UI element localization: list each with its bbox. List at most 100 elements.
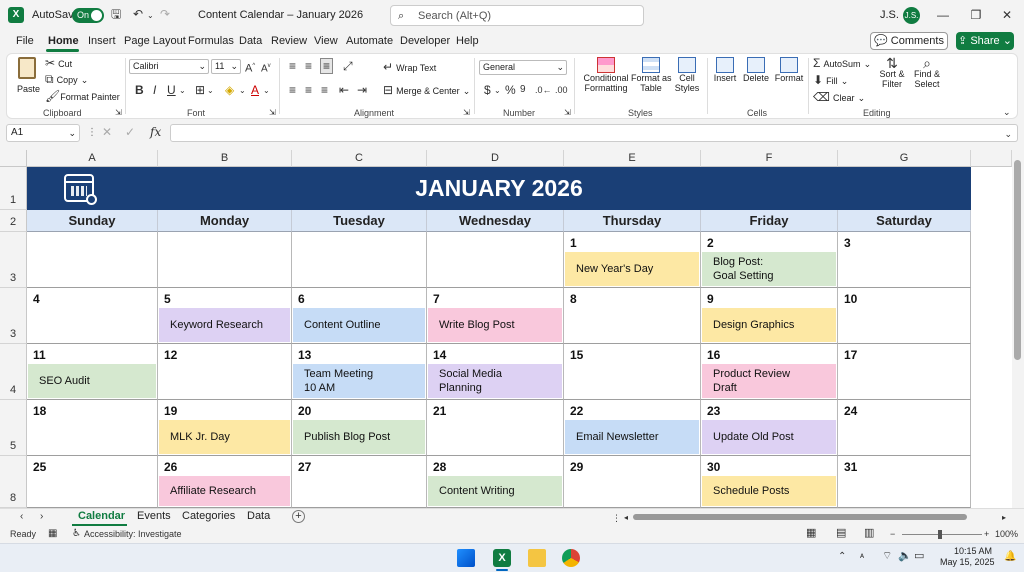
calendar-day-cell[interactable]: 13 Team Meeting 10 AM	[292, 344, 427, 400]
sheet-tab-calendar[interactable]: Calendar	[78, 510, 125, 522]
calendar-event[interactable]: Publish Blog Post	[293, 420, 425, 454]
calendar-day-cell[interactable]	[292, 232, 427, 288]
calendar-event[interactable]: Write Blog Post	[428, 308, 562, 342]
normal-view-icon[interactable]: ▦	[806, 527, 816, 539]
font-name-select[interactable]: Calibri ⌄	[129, 59, 209, 74]
calendar-day-cell[interactable]: 19 MLK Jr. Day	[158, 400, 292, 456]
undo-dropdown-icon[interactable]: ⌄	[147, 10, 154, 22]
search-box[interactable]: ⌕ Search (Alt+Q)	[390, 5, 644, 26]
battery-icon[interactable]: ▭	[914, 550, 924, 562]
tab-automate[interactable]: Automate	[346, 35, 393, 47]
weekday-header-friday[interactable]: Friday	[701, 210, 838, 232]
calendar-day-cell[interactable]: 2 Blog Post: Goal Setting	[701, 232, 838, 288]
windows-start-icon[interactable]	[457, 549, 475, 567]
calendar-event[interactable]: Design Graphics	[702, 308, 836, 342]
insert-cells-button[interactable]: Insert	[711, 57, 739, 83]
scroll-right-icon[interactable]: ›	[40, 511, 43, 523]
align-right-icon[interactable]: ≡	[321, 84, 328, 96]
autosave-toggle[interactable]: On	[72, 8, 104, 23]
underline-icon[interactable]: U	[167, 84, 176, 96]
increase-indent-icon[interactable]: ⇥	[357, 84, 367, 96]
alignment-dialog-launcher-icon[interactable]: ⇲	[463, 107, 470, 119]
calendar-day-cell[interactable]: 26 Affiliate Research	[158, 456, 292, 508]
title-dropdown-icon[interactable]: ⌄	[343, 9, 351, 21]
tab-file[interactable]: File	[16, 35, 34, 47]
share-button[interactable]: ⇪ Share ⌄	[956, 32, 1014, 50]
calendar-day-cell[interactable]: 4	[27, 288, 158, 344]
chrome-icon[interactable]	[562, 549, 580, 567]
sheet-options-icon[interactable]: ⋮	[612, 512, 621, 524]
decrease-font-icon[interactable]: Av	[261, 60, 271, 75]
calendar-event[interactable]: Product Review Draft	[702, 364, 836, 398]
calendar-event[interactable]: Team Meeting 10 AM	[293, 364, 425, 398]
column-header-d[interactable]: D	[427, 150, 564, 167]
clear-button[interactable]: ⌫ Clear ⌄	[813, 91, 865, 104]
weekday-header-thursday[interactable]: Thursday	[564, 210, 701, 232]
cut-button[interactable]: ✂ Cut	[45, 57, 72, 70]
calendar-day-cell[interactable]: 27	[292, 456, 427, 508]
row-header[interactable]: 5	[0, 400, 27, 456]
calendar-event[interactable]: SEO Audit	[28, 364, 156, 398]
calendar-day-cell[interactable]: 22 Email Newsletter	[564, 400, 701, 456]
calendar-event[interactable]: Keyword Research	[159, 308, 290, 342]
accessibility-status[interactable]: Accessibility: Investigate	[84, 529, 182, 539]
calendar-day-cell[interactable]: 25	[27, 456, 158, 508]
calendar-day-cell[interactable]: 23 Update Old Post	[701, 400, 838, 456]
undo-icon[interactable]: ↶	[133, 8, 143, 20]
cell-styles-button[interactable]: Cell Styles	[671, 57, 703, 105]
calendar-day-cell[interactable]: 1 New Year's Day	[564, 232, 701, 288]
calendar-day-cell[interactable]: 6 Content Outline	[292, 288, 427, 344]
tab-insert[interactable]: Insert	[88, 35, 116, 47]
hscroll-right-icon[interactable]: ▸	[1002, 512, 1006, 524]
collapse-ribbon-icon[interactable]: ⌄	[1003, 106, 1011, 118]
tab-formulas[interactable]: Formulas	[188, 35, 234, 47]
calendar-day-cell[interactable]	[27, 232, 158, 288]
calendar-day-cell[interactable]	[158, 232, 292, 288]
calendar-day-cell[interactable]: 17	[838, 344, 971, 400]
number-format-select[interactable]: General ⌄	[479, 60, 567, 75]
calendar-day-cell[interactable]: 20 Publish Blog Post	[292, 400, 427, 456]
calendar-day-cell[interactable]: 31	[838, 456, 971, 508]
align-top-icon[interactable]: ≡	[289, 60, 296, 72]
calendar-day-cell[interactable]: 5 Keyword Research	[158, 288, 292, 344]
format-as-table-button[interactable]: Format as Table	[631, 57, 672, 105]
notifications-icon[interactable]: 🔔	[1004, 551, 1016, 563]
align-bottom-icon[interactable]: ≡	[320, 58, 334, 74]
column-header-f[interactable]: F	[701, 150, 838, 167]
add-sheet-icon[interactable]: +	[292, 510, 305, 523]
borders-icon[interactable]: ⊞	[195, 84, 205, 96]
copy-button[interactable]: ⧉ Copy ⌄	[45, 73, 88, 86]
font-color-icon[interactable]: A	[251, 84, 259, 96]
increase-decimal-icon[interactable]: .0←	[535, 84, 552, 96]
calendar-event[interactable]: Email Newsletter	[565, 420, 699, 454]
more-icon[interactable]: ⋮	[87, 127, 97, 139]
zoom-slider-thumb[interactable]	[938, 530, 942, 539]
row-header[interactable]: 8	[0, 456, 27, 508]
restore-icon[interactable]: ❐	[967, 6, 985, 24]
currency-icon[interactable]: $	[484, 84, 491, 96]
avatar[interactable]: J.S.	[903, 7, 920, 24]
dialog-launcher-icon[interactable]: ⇲	[115, 107, 122, 119]
percent-icon[interactable]: %	[505, 84, 516, 96]
weekday-header-sunday[interactable]: Sunday	[27, 210, 158, 232]
sheet-tab-categories[interactable]: Categories	[182, 510, 235, 522]
currency-dropdown-icon[interactable]: ⌄	[494, 85, 501, 97]
calendar-day-cell[interactable]	[427, 232, 564, 288]
column-header-h[interactable]	[971, 150, 1012, 167]
decrease-decimal-icon[interactable]: .00	[555, 84, 568, 96]
calendar-event[interactable]: Content Writing	[428, 476, 562, 506]
decrease-indent-icon[interactable]: ⇤	[339, 84, 349, 96]
close-icon[interactable]: ✕	[998, 6, 1016, 24]
underline-dropdown-icon[interactable]: ⌄	[179, 85, 186, 97]
row-header[interactable]: 3	[0, 232, 27, 288]
calendar-day-cell[interactable]: 14 Social Media Planning	[427, 344, 564, 400]
tab-page-layout[interactable]: Page Layout	[124, 35, 186, 47]
comma-icon[interactable]: 9	[520, 84, 526, 96]
calendar-day-cell[interactable]: 30 Schedule Posts	[701, 456, 838, 508]
calendar-day-cell[interactable]: 8	[564, 288, 701, 344]
sort-filter-button[interactable]: ⇅ Sort & Filter	[875, 56, 909, 89]
column-header-a[interactable]: A	[27, 150, 158, 167]
calendar-day-cell[interactable]: 28 Content Writing	[427, 456, 564, 508]
accessibility-icon[interactable]: ♿	[72, 528, 81, 540]
column-header-g[interactable]: G	[838, 150, 971, 167]
